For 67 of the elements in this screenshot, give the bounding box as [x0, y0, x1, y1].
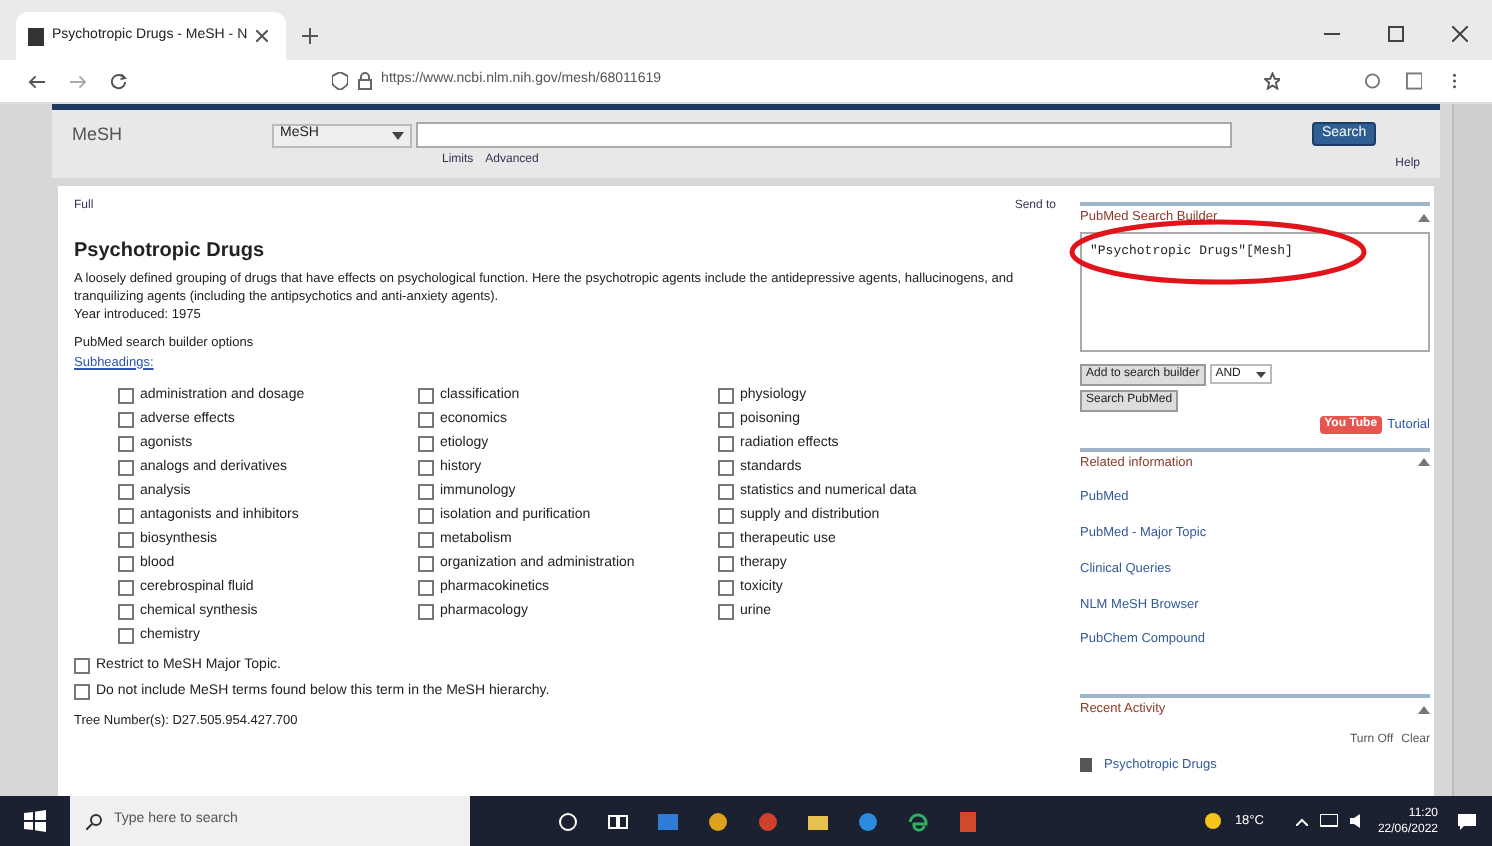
close-icon[interactable]	[1452, 26, 1468, 42]
checkbox[interactable]	[118, 579, 134, 596]
checkbox[interactable]	[418, 579, 434, 596]
app-icon[interactable]	[758, 811, 778, 831]
collapse-icon[interactable]	[1418, 458, 1430, 467]
checkbox[interactable]	[418, 531, 434, 548]
forward-icon[interactable]	[69, 73, 87, 89]
checkbox[interactable]	[74, 658, 90, 675]
checkbox[interactable]	[118, 507, 134, 524]
record-title: Psychotropic Drugs	[74, 238, 267, 266]
back-icon[interactable]	[28, 73, 46, 89]
checkbox[interactable]	[118, 459, 134, 476]
folder-icon[interactable]	[808, 811, 828, 831]
plus-icon[interactable]	[302, 28, 318, 44]
checkbox[interactable]	[118, 411, 134, 428]
checkbox[interactable]	[718, 387, 734, 404]
checkbox[interactable]	[118, 435, 134, 452]
restore-icon[interactable]	[1388, 26, 1404, 42]
chevron-up-icon[interactable]	[1295, 817, 1308, 825]
checkbox[interactable]	[418, 435, 434, 452]
checkbox[interactable]	[118, 555, 134, 572]
checkbox[interactable]	[718, 459, 734, 476]
collections-icon[interactable]	[1364, 72, 1382, 90]
caret-icon	[392, 131, 404, 139]
checkbox[interactable]	[418, 459, 434, 476]
close-icon	[255, 30, 268, 42]
app-icon[interactable]	[658, 811, 678, 831]
checkbox[interactable]	[718, 483, 734, 500]
shield-icon	[331, 72, 348, 90]
checkbox[interactable]	[418, 387, 434, 404]
checkbox[interactable]	[418, 411, 434, 428]
database-label: MeSH	[72, 122, 125, 148]
checkbox[interactable]	[718, 531, 734, 548]
collapse-icon[interactable]	[1418, 705, 1430, 714]
page-icon	[28, 27, 44, 45]
weather-icon[interactable]	[1204, 812, 1223, 830]
checkbox[interactable]	[118, 387, 134, 404]
tabs-icon[interactable]	[1405, 72, 1423, 90]
task-view-icon[interactable]	[608, 811, 628, 831]
checkbox[interactable]	[718, 603, 734, 620]
refresh-icon[interactable]	[110, 72, 128, 90]
checkbox[interactable]	[718, 411, 734, 428]
checkbox[interactable]	[118, 483, 134, 500]
speaker-icon[interactable]	[1349, 814, 1366, 828]
lock-icon	[357, 72, 372, 90]
checkbox[interactable]	[118, 531, 134, 548]
document-icon	[1080, 758, 1092, 773]
checkbox[interactable]	[418, 483, 434, 500]
scrollbar[interactable]	[1452, 104, 1492, 796]
checkbox[interactable]	[418, 603, 434, 620]
checkbox[interactable]	[718, 579, 734, 596]
star-icon[interactable]	[1263, 72, 1281, 90]
caret-icon	[1256, 371, 1267, 378]
checkbox[interactable]	[718, 555, 734, 572]
notification-icon[interactable]	[1458, 813, 1476, 829]
windows-icon[interactable]	[24, 810, 46, 832]
checkbox[interactable]	[418, 507, 434, 524]
search-field[interactable]	[416, 122, 1232, 148]
cortana-icon[interactable]	[558, 811, 578, 831]
checkbox[interactable]	[718, 435, 734, 452]
checkbox[interactable]	[418, 555, 434, 572]
search-icon	[86, 813, 102, 829]
checkbox[interactable]	[718, 507, 734, 524]
collapse-icon[interactable]	[1418, 213, 1430, 222]
checkbox[interactable]	[118, 627, 134, 644]
checkbox[interactable]	[74, 683, 90, 700]
checkbox[interactable]	[118, 603, 134, 620]
